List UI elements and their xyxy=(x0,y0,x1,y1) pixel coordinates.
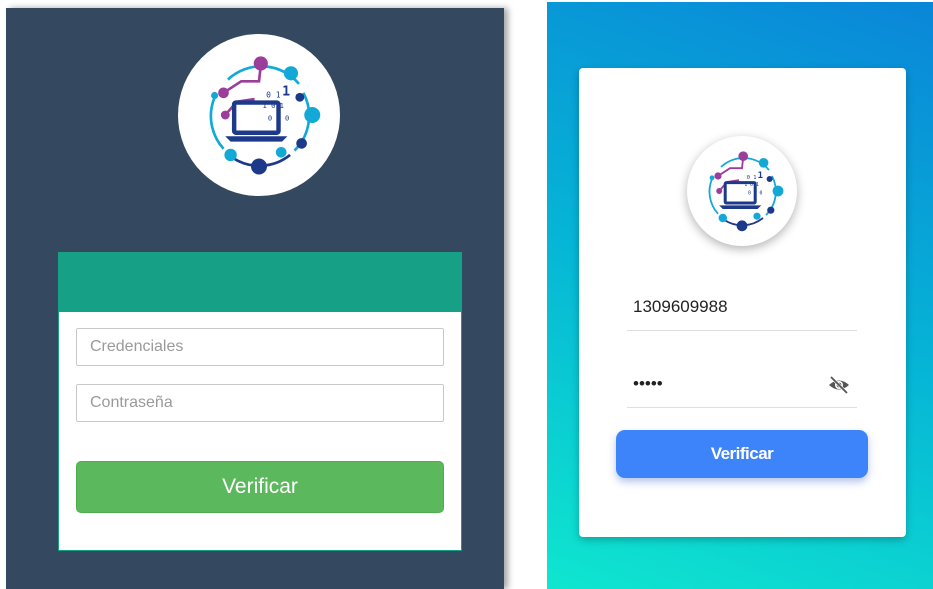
left-login-card: Verificar xyxy=(58,252,462,551)
eye-off-icon[interactable] xyxy=(827,375,851,395)
username-input[interactable] xyxy=(633,294,823,320)
left-login-panel: Verificar xyxy=(6,8,504,589)
right-login-panel: Verificar xyxy=(547,2,933,589)
credentials-input[interactable] xyxy=(76,328,444,366)
laptop-network-logo-icon xyxy=(694,143,790,239)
password-field xyxy=(627,363,857,408)
password-input[interactable] xyxy=(633,371,823,397)
laptop-network-logo-icon xyxy=(188,44,330,186)
card-header xyxy=(59,253,461,312)
app-logo xyxy=(687,136,797,246)
username-field xyxy=(627,286,857,331)
verify-button[interactable]: Verificar xyxy=(616,430,868,478)
password-input[interactable] xyxy=(76,384,444,422)
verify-button[interactable]: Verificar xyxy=(76,461,444,513)
app-logo xyxy=(178,34,340,196)
right-login-card: Verificar xyxy=(579,68,906,537)
